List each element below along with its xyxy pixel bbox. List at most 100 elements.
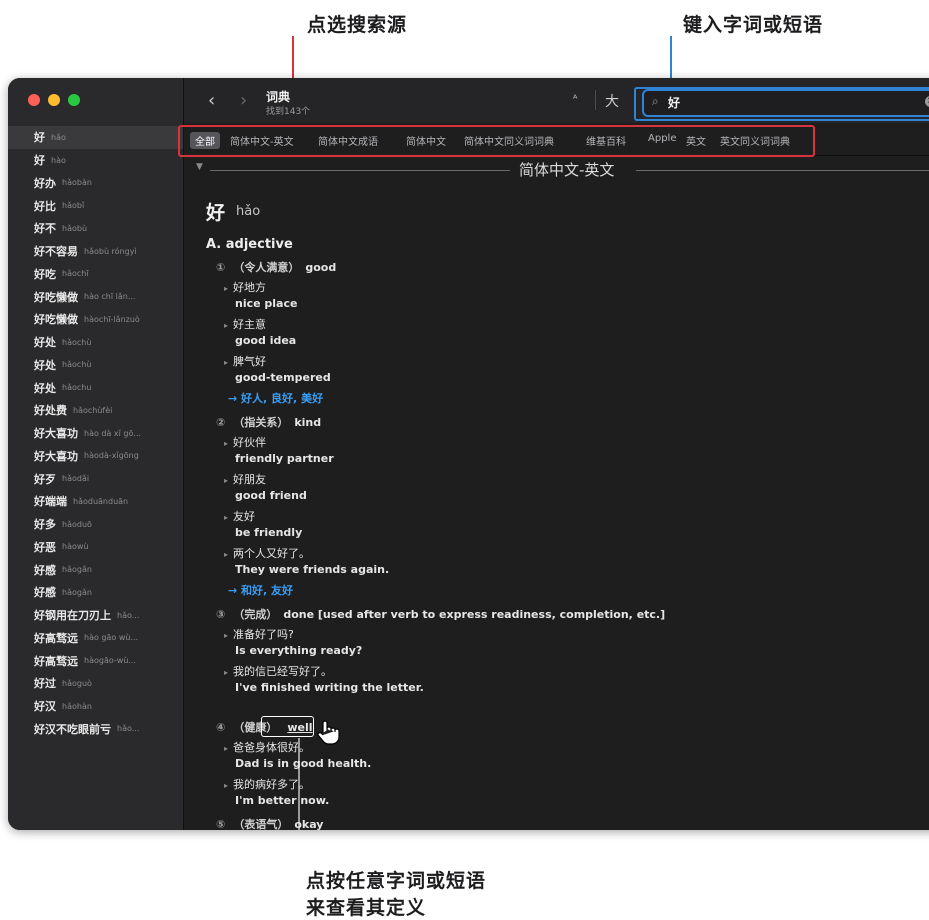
part-of-speech[interactable]: A. adjective: [206, 237, 293, 252]
dictionary-window: 好 hǎo 好 hào 好办 hǎobàn 好比 hǎobǐ 好不 hǎobù 好不容易 hǎobù …: [8, 78, 929, 830]
list-item[interactable]: 好大喜功 hàodà-xǐgōng: [8, 445, 183, 468]
cross-reference-link[interactable]: → 和好, 友好: [228, 582, 293, 598]
example-cn[interactable]: ▸ 好伙伴: [224, 434, 266, 450]
list-item[interactable]: 好多 hǎoduō: [8, 513, 183, 536]
example-en[interactable]: be friendly: [235, 526, 302, 539]
minimize-button[interactable]: [48, 94, 60, 106]
list-item[interactable]: 好大喜功 hào dà xǐ gō...: [8, 422, 183, 445]
sidebar: 好 hǎo 好 hào 好办 hǎobàn 好比 hǎobǐ 好不 hǎobù 好不容易 hǎobù …: [8, 78, 184, 830]
sense-translation[interactable]: okay: [294, 818, 323, 830]
example-text[interactable]: 准备好了吗?: [233, 628, 294, 641]
example-cn[interactable]: ▸ 好主意: [224, 316, 266, 332]
sense-5[interactable]: ⑤ （表语气） okay: [216, 816, 323, 830]
list-item[interactable]: 好办 hǎobàn: [8, 172, 183, 195]
list-item[interactable]: 好比 hǎobǐ: [8, 194, 183, 217]
example-en[interactable]: I'm better now.: [235, 794, 329, 807]
list-item-pinyin: hǎogǎn: [62, 587, 92, 597]
list-item[interactable]: 好处 hǎochù: [8, 354, 183, 377]
example-en[interactable]: nice place: [235, 297, 297, 310]
example-cn[interactable]: ▸ 友好: [224, 508, 255, 524]
list-item[interactable]: 好恶 hàowù: [8, 536, 183, 559]
back-button[interactable]: ‹: [208, 90, 215, 111]
word-list: 好 hǎo 好 hào 好办 hǎobàn 好比 hǎobǐ 好不 hǎobù 好不容易 hǎobù …: [8, 126, 183, 740]
sense-gloss[interactable]: （表语气）: [233, 818, 288, 830]
disclosure-triangle-icon[interactable]: ▼: [196, 162, 203, 172]
example-cn[interactable]: ▸ 准备好了吗?: [224, 626, 294, 642]
example-text[interactable]: 好伙伴: [233, 436, 266, 449]
list-item-pinyin: hǎo: [51, 132, 66, 142]
example-cn[interactable]: ▸ 好朋友: [224, 471, 266, 487]
list-item[interactable]: 好歹 hǎodǎi: [8, 467, 183, 490]
example-text[interactable]: 我的信已经写好了。: [233, 665, 332, 678]
sense-gloss[interactable]: （指关系）: [233, 416, 288, 429]
example-text[interactable]: 好朋友: [233, 473, 266, 486]
example-text[interactable]: 好地方: [233, 281, 266, 294]
list-item[interactable]: 好 hǎo: [8, 126, 183, 149]
example-cn[interactable]: ▸ 爸爸身体很好。: [224, 739, 310, 755]
example-cn[interactable]: ▸ 两个人又好了。: [224, 545, 310, 561]
headword[interactable]: 好: [206, 198, 225, 225]
example-en[interactable]: good friend: [235, 489, 307, 502]
list-item[interactable]: 好处 hǎochu: [8, 376, 183, 399]
list-item[interactable]: 好感 hǎogǎn: [8, 581, 183, 604]
font-smaller-icon[interactable]: ᴬ: [573, 94, 577, 105]
example-en[interactable]: good-tempered: [235, 371, 331, 384]
list-item[interactable]: 好吃懒做 hàochī-lǎnzuò: [8, 308, 183, 331]
example-cn[interactable]: ▸ 好地方: [224, 279, 266, 295]
list-item-pinyin: hàowù: [62, 542, 89, 552]
close-button[interactable]: [28, 94, 40, 106]
bullet-icon: ▸: [224, 321, 229, 330]
example-cn[interactable]: ▸ 我的病好多了。: [224, 776, 310, 792]
example-text[interactable]: 爸爸身体很好。: [233, 741, 310, 754]
window-title: 词典: [266, 90, 291, 104]
list-item[interactable]: 好过 hǎoguò: [8, 672, 183, 695]
font-larger-icon[interactable]: 大: [605, 91, 619, 111]
example-text[interactable]: 脾气好: [233, 355, 266, 368]
example-text[interactable]: 两个人又好了。: [233, 547, 310, 560]
list-item[interactable]: 好吃 hǎochī: [8, 263, 183, 286]
list-item-word: 好吃懒做: [34, 290, 78, 304]
example-en[interactable]: Dad is in good health.: [235, 757, 371, 770]
list-item[interactable]: 好处 hǎochù: [8, 331, 183, 354]
example-text[interactable]: 好主意: [233, 318, 266, 331]
sense-gloss[interactable]: （令人满意）: [233, 261, 299, 274]
list-item[interactable]: 好感 hǎogǎn: [8, 558, 183, 581]
sense-1[interactable]: ① （令人满意） good: [216, 259, 336, 275]
example-en[interactable]: I've finished writing the letter.: [235, 681, 424, 694]
example-en[interactable]: friendly partner: [235, 452, 334, 465]
sense-2[interactable]: ② （指关系） kind: [216, 414, 321, 430]
list-item-pinyin: hàodà-xǐgōng: [84, 451, 139, 461]
list-item-pinyin: hǎoduō: [62, 519, 92, 529]
list-item[interactable]: 好不 hǎobù: [8, 217, 183, 240]
list-item[interactable]: 好汉不吃眼前亏 hǎo...: [8, 718, 183, 741]
example-en[interactable]: They were friends again.: [235, 563, 389, 576]
section-header: ▼ 简体中文-英文: [196, 161, 929, 179]
sense-translation[interactable]: done [used after verb to express readine…: [283, 608, 665, 621]
list-item[interactable]: 好端端 hǎoduānduān: [8, 490, 183, 513]
cross-reference-link[interactable]: → 好人, 良好, 美好: [228, 390, 323, 406]
example-en[interactable]: good idea: [235, 334, 296, 347]
list-item[interactable]: 好吃懒做 hào chī lǎn...: [8, 285, 183, 308]
list-item[interactable]: 好高骛远 hào gāo wù...: [8, 627, 183, 650]
list-item[interactable]: 好不容易 hǎobù róngyì: [8, 240, 183, 263]
example-en[interactable]: Is everything ready?: [235, 644, 362, 657]
example-cn[interactable]: ▸ 脾气好: [224, 353, 266, 369]
forward-button[interactable]: ›: [240, 90, 247, 111]
sense-translation[interactable]: kind: [294, 416, 321, 429]
callout-type: 键入字词或短语: [683, 14, 824, 36]
sense-3[interactable]: ③ （完成） done [used after verb to express re…: [216, 606, 665, 622]
list-item[interactable]: 好钢用在刀刃上 hǎo...: [8, 604, 183, 627]
list-item[interactable]: 好 hào: [8, 149, 183, 172]
list-item[interactable]: 好高骛远 hàogāo-wù...: [8, 649, 183, 672]
sense-translation[interactable]: good: [305, 261, 336, 274]
list-item[interactable]: 好处费 hǎochùfèi: [8, 399, 183, 422]
example-text[interactable]: 友好: [233, 510, 255, 523]
headword-pinyin[interactable]: hǎo: [236, 204, 260, 219]
sense-gloss[interactable]: （完成）: [233, 608, 277, 621]
list-item-pinyin: hàogāo-wù...: [84, 656, 137, 666]
example-text[interactable]: 我的病好多了。: [233, 778, 310, 791]
zoom-button[interactable]: [68, 94, 80, 106]
toolbar-divider: [595, 90, 596, 110]
example-cn[interactable]: ▸ 我的信已经写好了。: [224, 663, 332, 679]
list-item[interactable]: 好汉 hǎohàn: [8, 695, 183, 718]
